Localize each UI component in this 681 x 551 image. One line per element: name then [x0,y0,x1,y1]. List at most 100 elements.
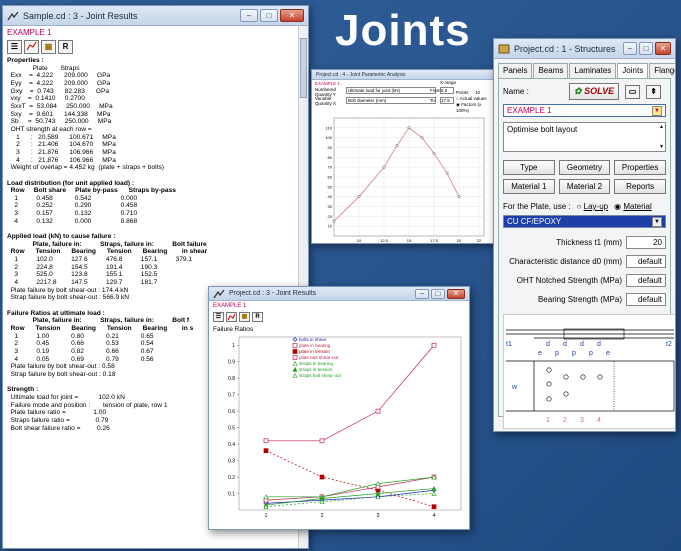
report-line: Plate Straps [7,64,80,72]
data-point [263,448,269,454]
structures-minimize-button[interactable]: – [623,42,637,55]
ratio-chart-view-icon[interactable]: ▦ [239,312,250,322]
tab-panels[interactable]: Panels [498,63,533,78]
y-tick-label: 0.9 [228,360,235,366]
ratio-minimize-button[interactable]: – [415,288,429,299]
report-line: Plate, failure in: Straps, failure in: B… [7,240,207,248]
data-point [292,343,298,348]
y-tick-label: 50 [328,184,333,189]
param-chart: 110 100 90 80 70 60 50 40 30 20 10 10 12.5 15 17.5 20 22 [325,117,485,243]
field-input[interactable]: default [626,255,666,268]
radio-layup[interactable]: ○ Lay-up [577,202,609,211]
numbered-select[interactable]: Ultimate load for joint (kN) [346,87,436,94]
data-point [445,171,449,175]
row-label: 1 [546,417,550,424]
chevron-down-icon: ▼ [652,105,662,116]
bolt-hole [546,367,552,373]
maximize-button[interactable]: □ [260,9,278,22]
data-point [432,151,436,155]
report-line [7,172,304,180]
report-line: OHT strength at each row = [7,125,92,133]
data-point [263,438,269,444]
tab-beams[interactable]: Beams [533,63,569,78]
y-tick-label: 1 [232,343,235,349]
radio-material-label: Material [623,202,652,211]
data-point [319,474,325,480]
ratio-report-view-icon[interactable]: ☰ [213,312,224,322]
radio-material[interactable]: ◉ Material [614,202,652,211]
material-1-button[interactable]: Material 1 [503,179,555,194]
structures-maximize-button[interactable]: □ [639,42,653,55]
chart-view-icon[interactable]: ▦ [41,40,56,54]
report-line: 3 : 21.876 106.966 MPa [7,148,116,156]
x-tick-label: 17.5 [430,238,439,243]
ratio-maximize-button[interactable]: □ [431,288,445,299]
report-line: 3 525.0 123.8 155.1 152.5 [7,271,158,279]
actual-values-radio[interactable]: ○ Actual values [456,96,487,101]
report-view-icon[interactable]: ☰ [7,40,22,54]
minimize-button[interactable]: – [240,9,258,22]
ratio-close-button[interactable]: ✕ [447,288,465,299]
field-row: Bearing Strength (MPa) default [503,293,666,306]
report-line: 1 0.458 0.542 0.000 [7,194,138,202]
data-point [407,126,411,130]
factors-radio[interactable]: ◉ Factors (x 100%) [456,102,493,113]
structures-window: Project.cd : 1 - Structures – □ ✕ Panels… [493,38,676,432]
ratio-graph-view-icon[interactable] [226,312,237,322]
to-input[interactable]: 17.5 [440,97,454,104]
structures-titlebar[interactable]: Project.cd : 1 - Structures – □ ✕ [494,39,675,59]
structures-close-button[interactable]: ✕ [655,42,671,55]
scroll-up-icon[interactable]: ▲ [659,124,664,130]
legend-entry: plate in tension [299,349,330,354]
legend-entry: straps in tension [299,367,333,372]
name-label: Name : [503,87,529,96]
material-2-button[interactable]: Material 2 [558,179,611,194]
field-input[interactable]: 20 [626,236,666,249]
bolt-hole [597,374,603,380]
ratio-titlebar[interactable]: Project.cd : 3 - Joint Results – □ ✕ [209,287,469,301]
field-label: Bearing Strength (MPa) [537,295,622,304]
tab-flanges[interactable]: Flanges [649,63,675,78]
ratio-r-button[interactable]: R [252,312,263,322]
variable-select[interactable]: Bolt diameter (mm) [346,97,436,104]
copy-icon[interactable]: ▭ [625,84,641,99]
material-select[interactable]: CU CF/EPOXY ▼ [503,215,666,228]
type-button[interactable]: Type [503,160,555,175]
description-field[interactable]: Optimise bolt layout ▲ ▼ [503,122,666,152]
app-icon [7,11,19,21]
y-tick-label: 60 [328,175,333,180]
field-input[interactable]: default [626,274,666,287]
plate-use-label: For the Plate, use : [503,202,571,211]
legend-entry: plate bolt shear-out [299,355,339,360]
ratio-toolbar: ☰ ▦ R [209,311,469,323]
from-input[interactable]: 5.0 [440,87,454,94]
pin-icon[interactable]: ⇞ [646,84,662,99]
actual-values-label: Actual values [459,96,487,101]
geometry-button[interactable]: Geometry [558,160,611,175]
report-line: 3 0.157 0.132 0.710 [7,210,138,218]
tab-joints[interactable]: Joints [617,63,649,78]
scroll-down-icon[interactable]: ▼ [659,144,664,150]
doc-title: EXAMPLE 1 [7,28,52,37]
solve-button[interactable]: ✿ SOLVE [569,83,620,100]
y-tick-label: 110 [326,125,333,130]
data-point [382,165,386,169]
ratio-window: Project.cd : 3 - Joint Results – □ ✕ EXA… [208,286,470,530]
x-tick-label: 2 [321,513,324,519]
name-select[interactable]: EXAMPLE 1 ▼ [503,104,666,117]
reports-button[interactable]: Reports [614,179,666,194]
solve-label: SOLVE [584,86,615,96]
field-row: OHT Notched Strength (MPa) default [503,274,666,287]
properties-button[interactable]: Properties [614,160,666,175]
structures-app-icon [498,44,510,54]
ratio-title: Project.cd : 3 - Joint Results [229,290,317,297]
close-button[interactable]: ✕ [280,9,304,22]
report-line: 2 0.252 0.290 0.458 [7,202,138,210]
tab-laminates[interactable]: Laminates [569,63,617,78]
x-tick-label: 12.5 [380,238,389,243]
report-r-button[interactable]: R [58,40,73,54]
field-input[interactable]: default [626,293,666,306]
param-titlebar[interactable]: Project.cd : 4 - Joint Parametric Analys… [312,70,493,80]
graph-view-icon[interactable] [24,40,39,54]
results-titlebar[interactable]: Sample.cd : 3 - Joint Results – □ ✕ [3,6,308,26]
